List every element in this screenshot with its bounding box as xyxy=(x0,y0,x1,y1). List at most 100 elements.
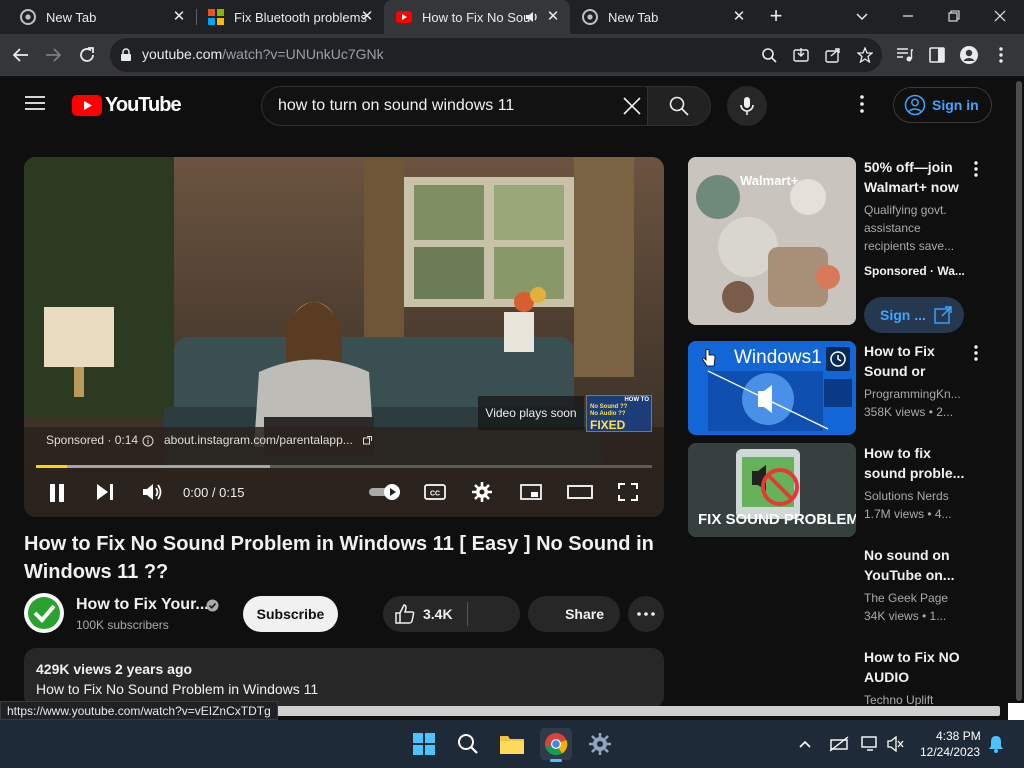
windows-taskbar: 4:38 PM 12/24/2023 xyxy=(0,720,1024,768)
autoplay-toggle[interactable] xyxy=(368,483,402,501)
tab-search-chevron-icon[interactable] xyxy=(840,2,884,30)
description-box[interactable]: 429K views 2 years ago How to Fix No Sou… xyxy=(24,648,664,708)
start-button[interactable] xyxy=(408,728,440,760)
profile-icon[interactable] xyxy=(954,40,984,70)
taskbar-search-button[interactable] xyxy=(452,728,484,760)
close-icon[interactable]: ✕ xyxy=(358,8,376,26)
search-input[interactable]: how to turn on sound windows 11 xyxy=(261,86,648,126)
page-scrollbar[interactable] xyxy=(1014,77,1024,707)
share-icon[interactable] xyxy=(825,47,841,63)
channel-avatar[interactable] xyxy=(24,593,64,633)
watch-later-icon[interactable] xyxy=(826,347,850,371)
media-control-icon[interactable] xyxy=(890,40,920,70)
clock-date[interactable]: 12/24/2023 xyxy=(920,745,980,759)
video-frame-image[interactable] xyxy=(24,157,664,517)
video-thumbnail[interactable]: Windows1 xyxy=(688,341,856,435)
ad-more-icon[interactable] xyxy=(966,159,986,179)
forward-button[interactable] xyxy=(38,40,68,70)
address-url[interactable]: youtube.com/watch?v=UNUnkUc7GNk xyxy=(142,46,384,62)
close-icon[interactable]: ✕ xyxy=(544,8,562,26)
sidebar-video-4[interactable]: How to Fix NO AUDIO Device... Techno Upl… xyxy=(688,647,1016,707)
minimize-button[interactable] xyxy=(886,2,930,30)
tab-fix-bluetooth[interactable]: Fix Bluetooth problems ✕ xyxy=(196,0,384,34)
display-icon[interactable] xyxy=(861,736,879,752)
video-more-icon[interactable] xyxy=(966,343,986,363)
video-channel[interactable]: Techno Uplift xyxy=(864,691,968,707)
subscribe-button[interactable]: Subscribe xyxy=(243,596,338,632)
pause-button[interactable] xyxy=(48,481,66,505)
new-tab-button[interactable]: + xyxy=(756,2,796,30)
search-query[interactable]: how to turn on sound windows 11 xyxy=(278,97,514,115)
dislike-button[interactable] xyxy=(468,596,520,632)
search-button[interactable] xyxy=(647,86,711,126)
lock-icon[interactable] xyxy=(120,48,132,62)
video-channel[interactable]: The Geek Page xyxy=(864,589,968,607)
mute-button[interactable] xyxy=(142,482,164,502)
sidebar-video-2[interactable]: FIX SOUND PROBLEM How to fix sound probl… xyxy=(688,443,1016,539)
side-panel-icon[interactable] xyxy=(922,40,952,70)
install-app-icon[interactable] xyxy=(793,47,809,63)
close-icon[interactable]: ✕ xyxy=(730,8,748,26)
ad-title[interactable]: 50% off—join Walmart+ now xyxy=(864,157,968,197)
sign-in-button[interactable]: Sign in xyxy=(893,87,992,123)
clear-search-icon[interactable] xyxy=(623,97,641,115)
theater-mode-button[interactable] xyxy=(567,485,593,499)
zoom-search-icon[interactable] xyxy=(761,47,777,63)
horizontal-scrollbar[interactable] xyxy=(270,706,1000,716)
share-button[interactable]: Share xyxy=(528,596,620,632)
info-icon[interactable] xyxy=(142,435,154,447)
miniplayer-button[interactable] xyxy=(520,484,542,500)
address-bar[interactable]: youtube.com/watch?v=UNUnkUc7GNk xyxy=(110,38,882,72)
video-plays-soon-badge[interactable]: Video plays soon xyxy=(478,396,584,430)
back-button[interactable] xyxy=(6,40,36,70)
settings-taskbar-button[interactable] xyxy=(584,728,616,760)
video-thumbnail[interactable]: FIX SOUND PROBLEM xyxy=(688,443,856,537)
hamburger-menu-icon[interactable] xyxy=(24,94,48,114)
video-channel[interactable]: Solutions Nerds xyxy=(864,487,968,505)
close-icon[interactable]: ✕ xyxy=(170,8,188,26)
ad-cta-button[interactable]: Sign ... xyxy=(864,297,964,333)
voice-search-button[interactable] xyxy=(727,86,767,126)
youtube-logo[interactable]: YouTube xyxy=(72,93,182,117)
tab-youtube-video[interactable]: How to Fix No Sou ✕ xyxy=(384,0,570,34)
tab-new-tab-2[interactable]: New Tab ✕ xyxy=(570,0,756,34)
video-player[interactable]: Sponsored · 0:14 about.instagram.com/par… xyxy=(24,157,664,517)
like-button[interactable]: 3.4K xyxy=(383,596,467,632)
reload-button[interactable] xyxy=(72,40,102,70)
bookmark-star-icon[interactable] xyxy=(857,47,873,63)
progress-bar[interactable] xyxy=(36,465,652,468)
volume-tray-icon[interactable] xyxy=(886,735,904,753)
miniplayer-icon xyxy=(520,484,542,500)
chrome-taskbar-button[interactable] xyxy=(540,728,572,762)
sidebar-ad[interactable]: Walmart+ 50% off—join Walmart+ now Quali… xyxy=(688,157,1016,337)
show-hidden-icons-chevron-icon[interactable] xyxy=(798,736,814,752)
next-video-thumbnail[interactable]: HOW TO No Sound ?? No Audio ?? FIXED xyxy=(586,395,652,432)
clock-time[interactable]: 4:38 PM xyxy=(936,729,981,743)
video-channel[interactable]: ProgrammingKn... xyxy=(864,385,968,403)
speaker-icon[interactable] xyxy=(524,9,540,25)
next-button[interactable] xyxy=(96,483,114,501)
channel-name[interactable]: How to Fix Your... xyxy=(76,596,209,614)
network-icon[interactable] xyxy=(829,736,849,752)
svg-text:CC: CC xyxy=(430,491,440,498)
file-explorer-button[interactable] xyxy=(496,728,528,760)
more-actions-button[interactable] xyxy=(628,596,664,632)
close-window-button[interactable] xyxy=(978,2,1022,30)
sidebar-video-1[interactable]: Windows1 How to Fix Sound or Audi... Pro… xyxy=(688,341,1016,437)
video-title[interactable]: How to Fix NO AUDIO Device... xyxy=(864,647,968,687)
chrome-menu-icon[interactable] xyxy=(986,40,1016,70)
tab-new-tab-1[interactable]: New Tab ✕ xyxy=(8,0,196,34)
settings-more-icon[interactable] xyxy=(860,95,870,115)
subtitles-button[interactable]: CC xyxy=(424,484,446,500)
sidebar-video-3[interactable]: No sound on YouTube on... The Geek Page … xyxy=(688,545,1016,641)
video-title[interactable]: How to Fix Sound or Audi... xyxy=(864,341,968,381)
ad-thumbnail[interactable]: Walmart+ xyxy=(688,157,856,325)
restore-button[interactable] xyxy=(932,2,976,30)
video-title[interactable]: No sound on YouTube on... xyxy=(864,545,968,585)
video-title[interactable]: How to fix sound proble... xyxy=(864,443,968,483)
fullscreen-button[interactable] xyxy=(618,483,638,501)
settings-button[interactable] xyxy=(472,482,492,502)
scrollbar-thumb[interactable] xyxy=(1016,81,1022,701)
ad-url-link[interactable]: about.instagram.com/parentalapp... xyxy=(164,433,353,447)
notification-bell-icon[interactable] xyxy=(988,735,1006,753)
